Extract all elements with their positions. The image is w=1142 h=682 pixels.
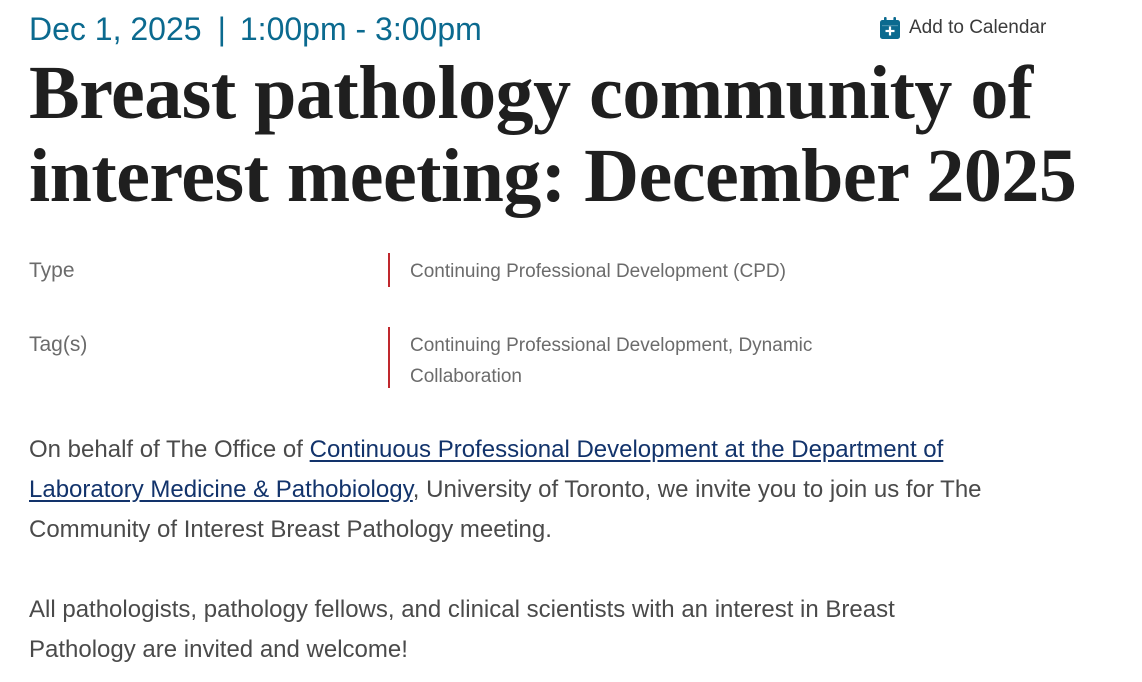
tags-value: Continuing Professional Development, Dyn… <box>410 335 813 387</box>
event-title: Breast pathology community of interest m… <box>29 51 1077 218</box>
add-to-calendar-button[interactable]: Add to Calendar <box>880 17 1046 39</box>
event-detail: Dec 1, 2025 | 1:00pm - 3:00pm Add to Calen… <box>0 0 1142 682</box>
tags-label: Tag(s) <box>29 333 88 356</box>
meta-divider <box>388 327 390 388</box>
description-paragraph-1: On behalf of The Office of Continuous Pr… <box>29 430 1059 550</box>
description-paragraph-2: All pathologists, pathology fellows, and… <box>29 596 895 663</box>
calendar-plus-icon <box>880 17 900 39</box>
event-datetime: Dec 1, 2025 | 1:00pm - 3:00pm <box>29 10 482 48</box>
add-to-calendar-label: Add to Calendar <box>909 17 1047 38</box>
p1-prefix: On behalf of The Office of <box>29 436 310 463</box>
event-time: 1:00pm - 3:00pm <box>239 11 482 47</box>
datetime-separator: | <box>217 11 226 47</box>
type-label: Type <box>29 259 75 282</box>
meta-divider <box>388 253 390 287</box>
event-date: Dec 1, 2025 <box>29 11 202 47</box>
type-value: Continuing Professional Development (CPD… <box>410 261 786 282</box>
